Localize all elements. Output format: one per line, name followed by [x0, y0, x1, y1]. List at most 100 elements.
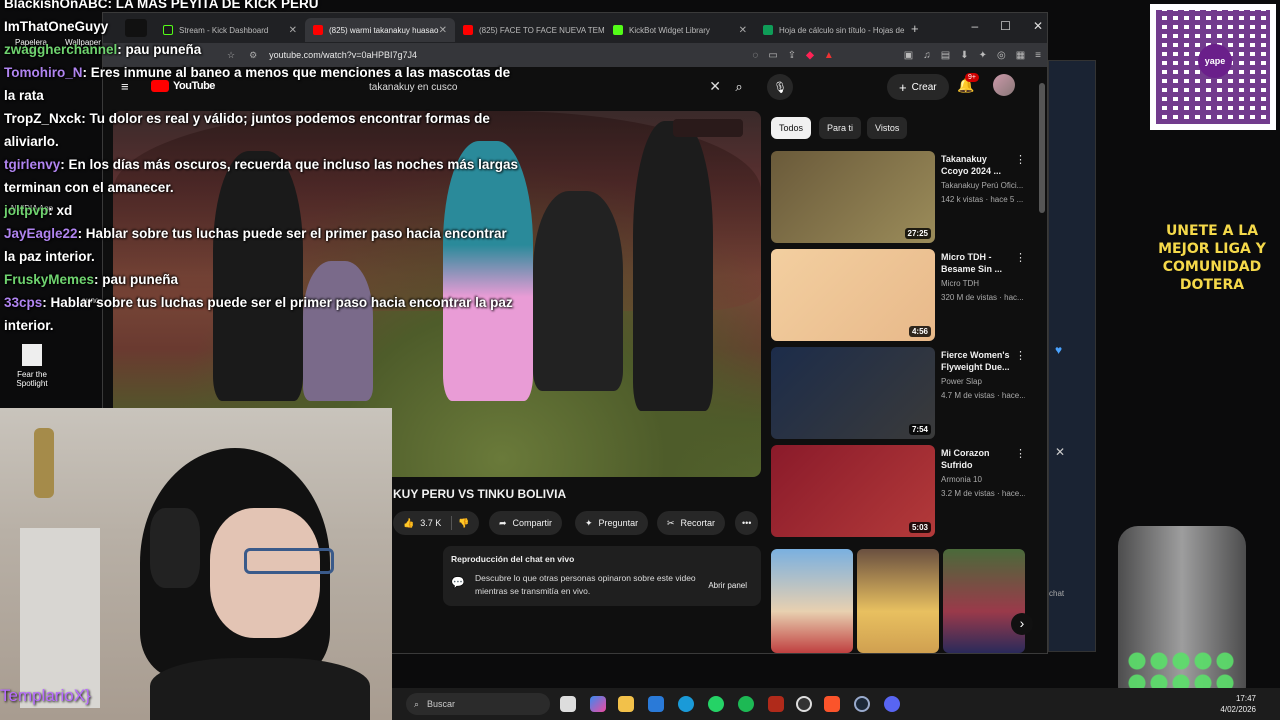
- like-count: 3.7 K: [420, 518, 442, 528]
- avatar[interactable]: [993, 74, 1015, 96]
- video-title[interactable]: Fierce Women's Flyweight Due...: [941, 349, 1011, 373]
- chat-message: interior.: [4, 314, 54, 337]
- clip-button[interactable]: ✂ Recortar: [657, 511, 726, 535]
- recommended-video[interactable]: 27:25 Takanakuy Ccoyo 2024 ... Takanakuy P…: [771, 151, 1026, 245]
- more-options-icon[interactable]: ⋮: [1015, 447, 1026, 460]
- new-tab-button[interactable]: +: [911, 21, 919, 36]
- video-thumbnail[interactable]: 5:03: [771, 445, 935, 537]
- copilot-icon[interactable]: [590, 696, 606, 712]
- close-tab-icon[interactable]: ✕: [904, 25, 905, 36]
- tracking-icon[interactable]: ◌: [752, 50, 758, 61]
- store-icon[interactable]: [648, 696, 664, 712]
- side-chat-label: chat: [1049, 589, 1065, 598]
- heart-icon[interactable]: ♥: [1055, 343, 1062, 357]
- channel-name[interactable]: Takanakuy Perú Ofici...: [941, 181, 1025, 190]
- video-duration: 7:54: [908, 424, 931, 435]
- short-thumbnail[interactable]: [943, 549, 1025, 653]
- tab-google-sheets[interactable]: Hoja de cálculo sin título - Hojas de✕: [755, 18, 905, 42]
- short-thumbnail[interactable]: [771, 549, 853, 653]
- short-thumbnail[interactable]: [857, 549, 939, 653]
- vpn-icon[interactable]: ◎: [997, 50, 1006, 61]
- chat-message: tgirlenvy: En los días más oscuros, recu…: [4, 153, 518, 176]
- obs-icon[interactable]: [796, 696, 812, 712]
- discord-icon[interactable]: [884, 696, 900, 712]
- recommended-video[interactable]: 7:54 Fierce Women's Flyweight Due... Power…: [771, 347, 1026, 441]
- maximize-button[interactable]: ☐: [1000, 19, 1011, 33]
- video-thumbnail[interactable]: 4:56: [771, 249, 935, 341]
- channel-name[interactable]: Power Slap: [941, 377, 1025, 386]
- chat-username: Tomohiro_N: [4, 65, 83, 80]
- brave-icon[interactable]: [824, 696, 840, 712]
- tab-kickbot[interactable]: KickBot Widget Library ✕: [605, 18, 755, 42]
- ask-label: Preguntar: [598, 518, 639, 528]
- video-thumbnail[interactable]: 7:54: [771, 347, 935, 439]
- webcam-trophy: [34, 428, 54, 498]
- wallet-icon[interactable]: ▦: [1016, 50, 1025, 61]
- chat-username: JayEagle22: [4, 226, 78, 241]
- task-view-icon[interactable]: [560, 696, 576, 712]
- chat-username: joltpvp: [4, 203, 49, 218]
- shorts-next-button[interactable]: ›: [1011, 613, 1033, 635]
- voice-search-button[interactable]: 🎙: [767, 74, 793, 100]
- share-icon[interactable]: ⇪: [788, 50, 796, 61]
- chat-message: 33cps: Hablar sobre tus luchas puede ser…: [4, 291, 513, 314]
- clock-date: 4/02/2026: [1220, 705, 1256, 714]
- taskbar-search[interactable]: ⌕ Buscar: [406, 693, 550, 715]
- cast-icon[interactable]: ▭: [768, 50, 777, 61]
- video-thumbnail[interactable]: 27:25: [771, 151, 935, 243]
- media-icon[interactable]: ♫: [923, 50, 931, 61]
- reading-list-icon[interactable]: ▤: [941, 50, 950, 61]
- webcam-feed: [0, 408, 392, 720]
- chip-watched[interactable]: Vistos: [867, 117, 908, 139]
- search-button[interactable]: ⌕: [725, 74, 753, 100]
- steam-icon[interactable]: [854, 696, 870, 712]
- close-icon[interactable]: ✕: [1055, 445, 1065, 459]
- open-panel-button[interactable]: Abrir panel: [702, 576, 753, 594]
- video-meta: 3.2 M de vistas · hace...: [941, 489, 1025, 498]
- chat-text: : xd: [48, 203, 73, 218]
- clear-search-icon[interactable]: ✕: [709, 78, 721, 95]
- video-title[interactable]: Mi Corazon Sufrido: [941, 447, 1011, 471]
- share-button[interactable]: ➦ Compartir: [489, 511, 563, 535]
- file-explorer-icon[interactable]: [618, 696, 634, 712]
- video-title[interactable]: Micro TDH - Besame Sin ...: [941, 251, 1011, 275]
- more-options-icon[interactable]: ⋮: [1015, 251, 1026, 264]
- downloads-icon[interactable]: ⬇: [960, 50, 968, 61]
- create-button[interactable]: + Crear: [887, 74, 949, 100]
- chip-all[interactable]: Todos: [771, 117, 812, 139]
- whatsapp-icon[interactable]: [708, 696, 724, 712]
- edge-icon[interactable]: [678, 696, 694, 712]
- sparkle-icon: ✦: [585, 517, 593, 528]
- scrollbar[interactable]: [1039, 83, 1045, 213]
- channel-name[interactable]: Armonia 10: [941, 475, 1025, 484]
- more-options-icon[interactable]: ⋮: [1015, 349, 1026, 362]
- close-window-button[interactable]: ✕: [1033, 19, 1043, 33]
- close-tab-icon[interactable]: ✕: [739, 25, 747, 36]
- chip-for-you[interactable]: Para ti: [819, 117, 862, 139]
- sidebar-icon[interactable]: ▣: [904, 50, 913, 61]
- channel-name[interactable]: Micro TDH: [941, 279, 1025, 288]
- menu-icon[interactable]: ≡: [1035, 50, 1041, 61]
- desktop-icon-fear-the-spotlight[interactable]: Fear the Spotlight: [10, 344, 54, 388]
- thumbs-down-icon[interactable]: 👎: [458, 518, 469, 529]
- video-meta: 320 M de vistas · hac...: [941, 293, 1024, 302]
- rewards-icon[interactable]: ▲: [824, 50, 834, 61]
- minimize-button[interactable]: –: [971, 19, 978, 33]
- chat-text: la paz interior.: [4, 249, 95, 264]
- video-frame-figure: [633, 121, 713, 411]
- system-clock[interactable]: 17:47 4/02/2026: [1220, 693, 1256, 715]
- spotify-icon[interactable]: [738, 696, 754, 712]
- brave-shield-icon[interactable]: ◆: [806, 50, 814, 61]
- webcam-headphones: [150, 508, 200, 588]
- recommended-video[interactable]: 5:03 Mi Corazon Sufrido Armonia 10 3.2 M de…: [771, 445, 1026, 539]
- more-options-icon[interactable]: ⋮: [1015, 153, 1026, 166]
- more-actions-button[interactable]: •••: [735, 511, 759, 535]
- channel-watermark: [673, 119, 743, 137]
- chat-username: ImThatOneGuyy: [4, 19, 109, 34]
- like-button[interactable]: 👍 3.7 K 👎: [393, 511, 480, 535]
- dota-icon[interactable]: [768, 696, 784, 712]
- extensions-icon[interactable]: ✦: [979, 50, 987, 61]
- video-title[interactable]: Takanakuy Ccoyo 2024 ...: [941, 153, 1011, 177]
- recommended-video[interactable]: 4:56 Micro TDH - Besame Sin ... Micro TDH 3…: [771, 249, 1026, 343]
- ask-button[interactable]: ✦ Preguntar: [575, 511, 649, 535]
